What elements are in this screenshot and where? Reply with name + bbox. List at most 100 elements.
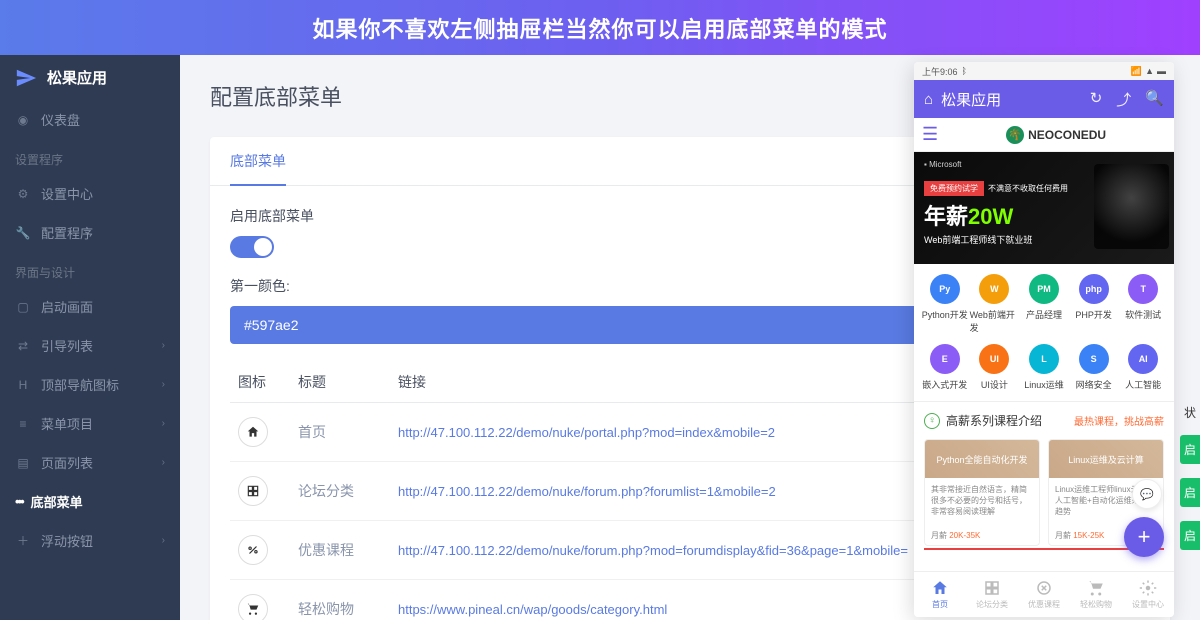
nav-label: 轻松购物	[1080, 599, 1112, 610]
phone-bottom-nav: 首页论坛分类 优惠课程 轻松购物设置中心	[914, 571, 1174, 617]
row-link[interactable]: http://47.100.112.22/demo/nuke/forum.php…	[398, 484, 776, 499]
chevron-right-icon: ›	[162, 457, 165, 468]
sidebar-item-guide-list[interactable]: ⇄引导列表›	[0, 326, 180, 365]
sidebar-label: 设置中心	[41, 184, 93, 203]
grid-icon[interactable]	[238, 476, 268, 506]
chat-fab[interactable]: 💬	[1132, 479, 1162, 509]
phone-time: 上午9:06	[922, 65, 958, 78]
sidebar-item-float-button[interactable]: ＋浮动按钮›	[0, 521, 180, 560]
category-cell[interactable]: E 嵌入式开发	[920, 344, 970, 391]
nav-item-3[interactable]: 轻松购物	[1070, 572, 1122, 617]
section-header: ♀ 高薪系列课程介绍 最热课程，挑战高薪	[914, 402, 1174, 439]
row-title: 轻松购物	[290, 580, 390, 620]
app-logo[interactable]: 松果应用	[0, 55, 180, 100]
sidebar-item-bottom-menu[interactable]: 底部菜单	[0, 482, 180, 521]
home-icon[interactable]	[238, 417, 268, 447]
nav-item-2[interactable]: 优惠课程	[1018, 572, 1070, 617]
category-cell[interactable]: S 网络安全	[1069, 344, 1119, 391]
category-grid: PyPython开发WWeb前端开发PM产品经理phpPHP开发T软件测试 E 嵌入…	[914, 264, 1174, 402]
sidebar-label: 启动画面	[41, 297, 93, 316]
th-icon: 图标	[230, 362, 290, 403]
sidebar: 松果应用 ◉仪表盘 设置程序 ⚙设置中心 🔧配置程序 界面与设计 ▢启动画面 ⇄…	[0, 55, 180, 620]
row-link[interactable]: http://47.100.112.22/demo/nuke/forum.php…	[398, 543, 908, 558]
phone-preview: 上午9:06ᛒ📶▲▬ ⌂ 松果应用 ↻⤴🔍 ☰ 🌴NEOCONEDU ▪ Mic…	[914, 62, 1174, 617]
category-name: UI设计	[981, 378, 1008, 391]
category-cell[interactable]: WWeb前端开发	[970, 274, 1020, 334]
row-link[interactable]: https://www.pineal.cn/wap/goods/category…	[398, 602, 667, 617]
enable-toggle[interactable]	[230, 236, 274, 258]
category-name: 产品经理	[1026, 308, 1062, 321]
category-cell[interactable]: PM产品经理	[1019, 274, 1069, 334]
wifi-icon: ▲	[1145, 66, 1154, 76]
brand-logo[interactable]: 🌴NEOCONEDU	[946, 126, 1166, 144]
battery-icon: ▬	[1157, 66, 1166, 76]
row-link[interactable]: http://47.100.112.22/demo/nuke/portal.ph…	[398, 425, 775, 440]
category-icon: T	[1128, 274, 1158, 304]
refresh-icon[interactable]: ↻	[1090, 89, 1103, 110]
share-icon[interactable]: ⤴	[1116, 89, 1131, 110]
search-icon[interactable]: 🔍	[1145, 89, 1164, 110]
nav-label: 论坛分类	[976, 599, 1008, 610]
sidebar-item-splash[interactable]: ▢启动画面	[0, 287, 180, 326]
sliders-icon: ⚙	[15, 187, 31, 201]
hamburger-icon[interactable]: ☰	[922, 124, 938, 145]
hero-graphic	[1094, 164, 1169, 249]
category-name: 网络安全	[1076, 378, 1112, 391]
nav-item-4[interactable]: 设置中心	[1122, 572, 1174, 617]
category-icon: Py	[930, 274, 960, 304]
color-value: #597ae2	[244, 317, 299, 333]
section-title: 高薪系列课程介绍	[946, 412, 1042, 429]
sidebar-item-dashboard[interactable]: ◉仪表盘	[0, 100, 180, 139]
sidebar-item-page-list[interactable]: ▤页面列表›	[0, 443, 180, 482]
category-cell[interactable]: UI UI设计	[970, 344, 1020, 391]
category-icon: W	[979, 274, 1009, 304]
phone-hero[interactable]: ▪ Microsoft 免费预约试学不满意不收取任何费用 年薪20W Web前端…	[914, 152, 1174, 264]
sidebar-label: 顶部导航图标	[41, 375, 119, 394]
sidebar-section-setup: 设置程序	[0, 139, 180, 174]
category-icon: S	[1079, 344, 1109, 374]
sidebar-item-top-nav-icon[interactable]: H顶部导航图标›	[0, 365, 180, 404]
category-name: 嵌入式开发	[922, 378, 967, 391]
hero-tag-sub: 不满意不收取任何费用	[988, 184, 1068, 193]
menu-icon: ≡	[15, 417, 31, 431]
category-cell[interactable]: T软件测试	[1118, 274, 1168, 334]
add-fab[interactable]: +	[1124, 517, 1164, 557]
percent-icon[interactable]	[238, 535, 268, 565]
plus-icon: ＋	[15, 532, 31, 549]
category-cell[interactable]: AI人工智能	[1118, 344, 1168, 391]
course-card[interactable]: Python全能自动化开发其非常接近自然语言，精简很多不必要的分号和括号，非常容…	[924, 439, 1040, 546]
launch-tag[interactable]: 启	[1180, 478, 1200, 507]
chevron-right-icon: ›	[162, 340, 165, 351]
section-hot[interactable]: 最热课程，挑战高薪	[1074, 413, 1164, 428]
chevron-right-icon: ›	[162, 418, 165, 429]
cart-icon[interactable]	[238, 594, 268, 620]
category-icon: L	[1029, 344, 1059, 374]
nav-item-1[interactable]: 论坛分类	[966, 572, 1018, 617]
category-name: 人工智能	[1125, 378, 1161, 391]
pages-icon: ▤	[15, 456, 31, 470]
home-icon[interactable]: ⌂	[924, 91, 933, 108]
nav-icon	[983, 579, 1001, 597]
category-icon: E	[930, 344, 960, 374]
launch-tag[interactable]: 启	[1180, 521, 1200, 550]
category-name: Linux运维	[1024, 378, 1064, 391]
nav-icon	[1087, 579, 1105, 597]
category-cell[interactable]: L Linux运维	[1019, 344, 1069, 391]
sidebar-item-config-program[interactable]: 🔧配置程序	[0, 213, 180, 252]
list-icon: ⇄	[15, 339, 31, 353]
category-icon: UI	[979, 344, 1009, 374]
chevron-right-icon: ›	[162, 379, 165, 390]
nav-item-0[interactable]: 首页	[914, 572, 966, 617]
palm-icon: 🌴	[1006, 126, 1024, 144]
bluetooth-icon: ᛒ	[962, 66, 967, 76]
sidebar-item-menu-project[interactable]: ≡ 菜单项目 ›	[0, 404, 180, 443]
sidebar-item-settings-center[interactable]: ⚙ 设置中心	[0, 174, 180, 213]
nav-label: 优惠课程	[1028, 599, 1060, 610]
category-cell[interactable]: phpPHP开发	[1069, 274, 1119, 334]
sidebar-label: 菜单项目	[41, 414, 93, 433]
chevron-right-icon: ›	[162, 535, 165, 546]
launch-tag[interactable]: 启	[1180, 435, 1200, 464]
category-cell[interactable]: PyPython开发	[920, 274, 970, 334]
card-label: 月薪	[931, 531, 947, 540]
nav-icon	[931, 579, 949, 597]
